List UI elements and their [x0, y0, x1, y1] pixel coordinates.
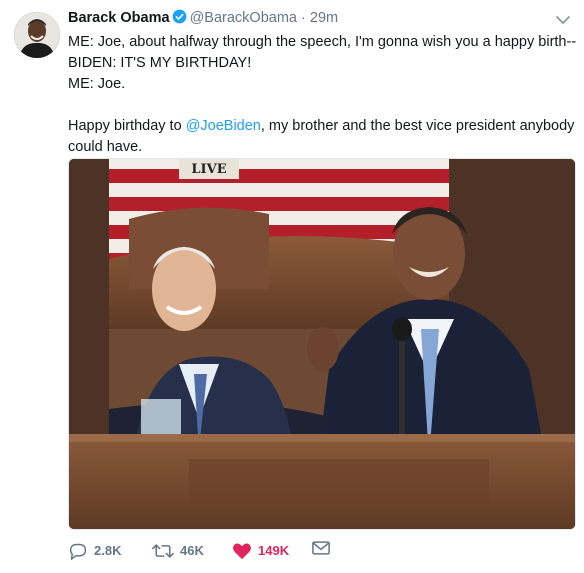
tweet-body: Happy birthday to @JoeBiden, my brother … — [68, 116, 578, 158]
chevron-down-icon[interactable] — [556, 12, 570, 25]
retweet-button[interactable]: 46K — [152, 541, 204, 561]
author-name[interactable]: Barack Obama — [68, 10, 170, 26]
like-button[interactable]: 149K — [232, 541, 289, 561]
header-separator: · — [301, 10, 306, 26]
reply-button[interactable]: 2.8K — [68, 541, 121, 561]
envelope-icon — [312, 541, 330, 555]
reply-count: 2.8K — [94, 543, 122, 558]
tweet-line: ME: Joe, about halfway through the speec… — [68, 34, 577, 50]
tweet-media-gif[interactable]: LIVE — [68, 158, 576, 530]
body-prefix: Happy birthday to — [68, 118, 186, 134]
like-count: 149K — [258, 543, 290, 558]
tweet-actions: 2.8K 46K 149K — [68, 541, 584, 561]
heart-icon — [232, 542, 252, 560]
retweet-count: 46K — [180, 543, 204, 558]
live-label: LIVE — [191, 162, 226, 177]
reply-icon — [68, 542, 88, 560]
tweet[interactable]: Barack Obama @BarackObama · 29m ME: Joe, … — [0, 0, 584, 573]
tweet-line: ME: Joe. — [68, 76, 126, 92]
tweet-timestamp[interactable]: 29m — [310, 10, 338, 26]
retweet-icon — [152, 543, 174, 559]
direct-message-button[interactable] — [312, 541, 330, 555]
verified-badge-icon — [172, 9, 187, 30]
author-handle[interactable]: @BarackObama — [190, 10, 297, 26]
tweet-text: ME: Joe, about halfway through the speec… — [68, 32, 578, 158]
avatar[interactable] — [14, 12, 60, 58]
tweet-header: Barack Obama @BarackObama · 29m — [68, 8, 584, 28]
tweet-line: BIDEN: IT'S MY BIRTHDAY! — [68, 55, 252, 71]
mention-link[interactable]: @JoeBiden — [186, 118, 261, 134]
